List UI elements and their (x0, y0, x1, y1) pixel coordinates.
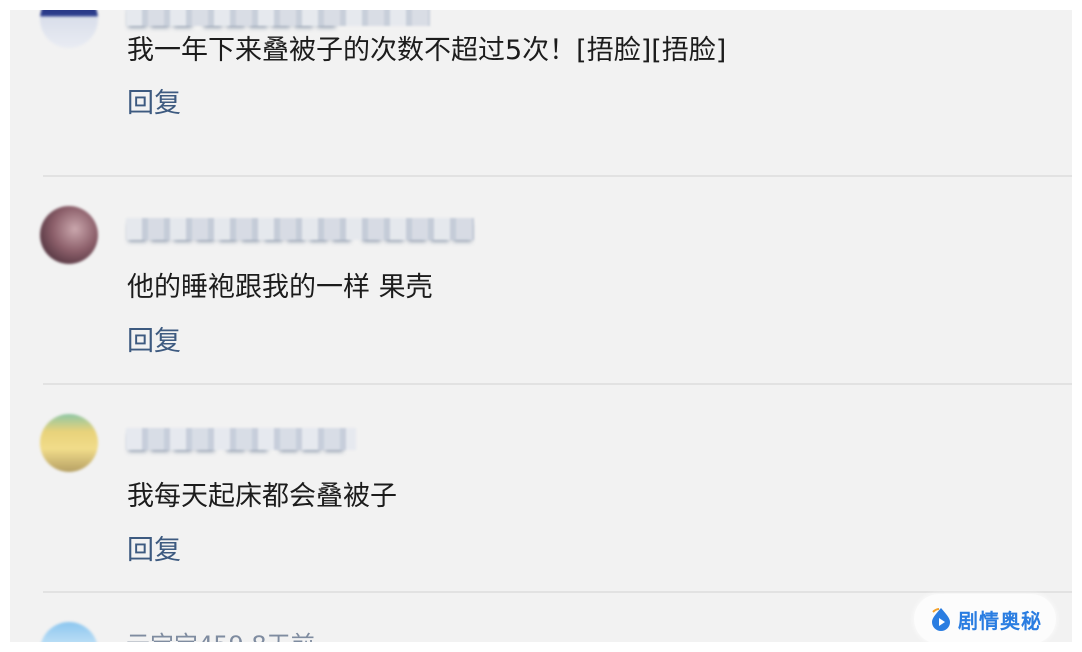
avatar[interactable] (40, 622, 98, 642)
comment-item: ■■■■ ■■ ■■■ 我每天起床都会叠被子 回复 (10, 406, 1072, 592)
comment-panel: ■■■ ■■■■■■ 我一年下来叠被子的次数不超过5次！[捂脸][捂脸] 回复 … (10, 10, 1072, 642)
username-mosaic (126, 428, 356, 450)
watermark-text: 剧情奥秘 (958, 608, 1042, 633)
reply-button[interactable]: 回复 (127, 535, 181, 567)
comment-item: ■■■■■■■■■■ ■■■■■ 他的睡袍跟我的一样 果壳 回复 (10, 198, 1072, 384)
comment-text: 他的睡袍跟我的一样 果壳 (127, 272, 433, 303)
reply-button[interactable]: 回复 (127, 88, 181, 120)
comment-item: 云宝宝459 8天前 (10, 614, 1072, 642)
avatar[interactable] (40, 206, 98, 264)
avatar[interactable] (40, 10, 98, 48)
reply-button[interactable]: 回复 (127, 326, 181, 358)
username-mosaic (126, 218, 474, 240)
divider (43, 383, 1072, 385)
divider (43, 175, 1072, 177)
username-mosaic (126, 10, 430, 26)
divider (43, 591, 1072, 593)
comment-text: 我一年下来叠被子的次数不超过5次！[捂脸][捂脸] (127, 35, 727, 66)
avatar[interactable] (40, 414, 98, 472)
comment-text: 我每天起床都会叠被子 (127, 481, 397, 512)
comment-item: ■■■ ■■■■■■ 我一年下来叠被子的次数不超过5次！[捂脸][捂脸] 回复 (10, 10, 1072, 176)
watermark: 剧情奥秘 (914, 594, 1056, 644)
play-drop-icon (932, 608, 950, 631)
username[interactable]: 云宝宝459 8天前 (126, 632, 315, 642)
